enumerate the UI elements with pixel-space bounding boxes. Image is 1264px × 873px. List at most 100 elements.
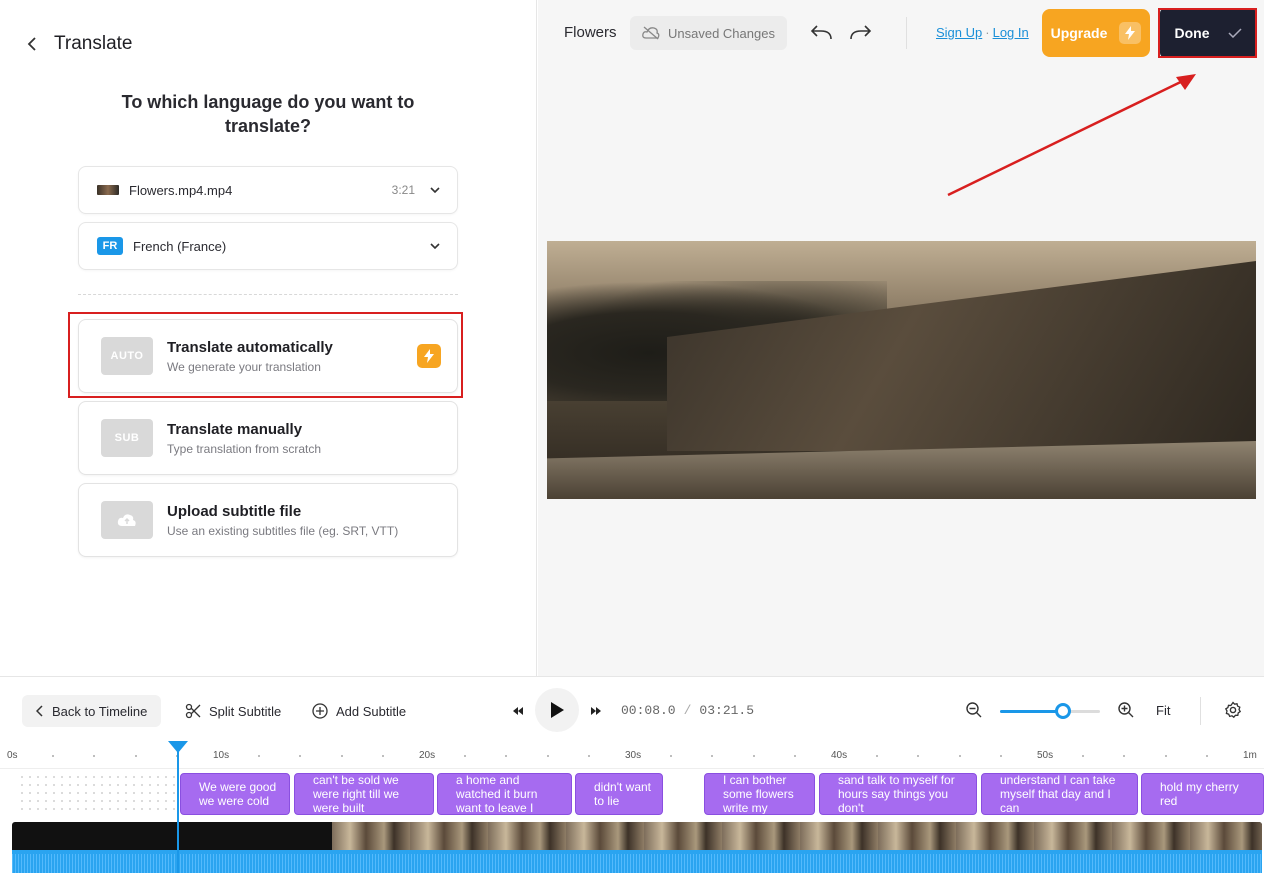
zoom-in-button[interactable]: [1117, 701, 1135, 719]
ruler-tick: [587, 755, 590, 757]
upgrade-button[interactable]: Upgrade: [1042, 9, 1150, 57]
ruler-tick: [505, 755, 508, 757]
lightning-icon: [417, 344, 441, 368]
subtitle-block[interactable]: We were good we were cold: [180, 773, 290, 815]
plus-circle-icon: [312, 703, 328, 719]
option-subtitle: Use an existing subtitles file (eg. SRT,…: [167, 523, 399, 538]
subtitle-block[interactable]: didn't want to lie: [575, 773, 663, 815]
total-time: 03:21.5: [699, 703, 755, 718]
lightning-icon: [1119, 22, 1142, 44]
subtitle-block[interactable]: understand I can take myself that day an…: [981, 773, 1138, 815]
zoom-slider-fill: [1000, 710, 1063, 713]
upload-subtitle-option[interactable]: Upload subtitle file Use an existing sub…: [78, 483, 458, 557]
subtitle-track: We were good we were cold can't be sold w…: [0, 773, 1264, 819]
project-name[interactable]: Flowers: [564, 24, 617, 41]
zoom-out-button[interactable]: [965, 701, 983, 719]
language-question: To which language do you want to transla…: [121, 92, 415, 136]
ruler-tick: [917, 755, 920, 757]
translate-automatically-option[interactable]: AUTO Translate automatically We generate…: [78, 319, 458, 393]
chevron-down-icon: [429, 184, 441, 196]
play-button[interactable]: [535, 688, 579, 732]
video-preview[interactable]: [547, 241, 1256, 499]
option-title: Upload subtitle file: [167, 502, 302, 520]
settings-button[interactable]: [1224, 701, 1242, 719]
empty-track-area: [18, 773, 178, 815]
redo-icon: [850, 25, 872, 40]
ruler-label: 10s: [213, 750, 230, 761]
fit-button[interactable]: Fit: [1156, 703, 1170, 718]
ruler-tick: [93, 755, 96, 757]
timeline-panel: Back to Timeline Split Subtitle Add Subt…: [0, 676, 1264, 873]
ruler-label: 0s: [7, 750, 18, 761]
divider: [906, 17, 907, 49]
file-duration: 3:21: [391, 183, 415, 197]
playhead[interactable]: [177, 741, 179, 873]
done-button[interactable]: Done: [1160, 9, 1256, 57]
playhead-handle[interactable]: [168, 741, 188, 753]
gear-icon: [1224, 701, 1242, 719]
panel-title: Translate: [54, 33, 133, 54]
zoom-slider[interactable]: [1000, 703, 1100, 719]
top-bar: Flowers Unsaved Changes Sign Up · Log In U…: [538, 0, 1264, 66]
ruler-label: 20s: [419, 750, 436, 761]
divider: [1200, 697, 1201, 725]
split-subtitle-button[interactable]: Split Subtitle: [185, 695, 281, 727]
zoom-slider-knob[interactable]: [1055, 703, 1071, 719]
ruler-tick: [1123, 755, 1126, 757]
option-title: Translate automatically: [167, 338, 333, 356]
video-thumbnail: [97, 185, 119, 195]
cloud-off-icon: [642, 26, 660, 40]
audio-track[interactable]: [12, 850, 1262, 873]
subtitle-block[interactable]: sand talk to myself for hours say things…: [819, 773, 977, 815]
zoom-out-icon: [966, 702, 982, 718]
auth-links: Sign Up · Log In: [936, 25, 1029, 40]
back-to-timeline-label: Back to Timeline: [52, 703, 148, 719]
ruler-tick: [1082, 755, 1085, 757]
sign-up-link[interactable]: Sign Up: [936, 25, 982, 40]
translate-panel: Translate To which language do you want …: [0, 0, 537, 676]
ruler-tick: [546, 755, 549, 757]
ruler-label: 30s: [625, 750, 642, 761]
video-track[interactable]: [12, 822, 1262, 850]
ruler-tick: [958, 755, 961, 757]
ruler-label: 40s: [831, 750, 848, 761]
add-subtitle-label: Add Subtitle: [336, 703, 407, 719]
upgrade-label: Upgrade: [1050, 25, 1108, 41]
chevron-down-icon: [429, 240, 441, 252]
check-icon: [1227, 28, 1242, 38]
fast-forward-button[interactable]: [586, 702, 606, 720]
ruler-tick: [999, 755, 1002, 757]
undo-button[interactable]: [808, 21, 834, 45]
file-select[interactable]: Flowers.mp4.mp4 3:21: [78, 166, 458, 214]
language-select[interactable]: FR French (France): [78, 222, 458, 270]
chevron-left-icon: [24, 32, 40, 56]
chevron-left-icon: [36, 705, 43, 717]
ruler-tick: [52, 755, 55, 757]
subtitle-block[interactable]: I can bother some flowers write my: [704, 773, 815, 815]
save-status: Unsaved Changes: [630, 16, 787, 50]
ruler-tick: [1164, 755, 1167, 757]
ruler-label: 50s: [1037, 750, 1054, 761]
log-in-link[interactable]: Log In: [993, 25, 1029, 40]
add-subtitle-button[interactable]: Add Subtitle: [312, 695, 406, 727]
subtitle-block[interactable]: hold my cherry red: [1141, 773, 1264, 815]
ruler-tick: [1205, 755, 1208, 757]
back-to-timeline-button[interactable]: Back to Timeline: [22, 695, 162, 727]
ruler-tick: [793, 755, 796, 757]
subtitle-block[interactable]: can't be sold we were right till we were…: [294, 773, 434, 815]
time-ruler[interactable]: 0s 10s 20s 30s 40s 50s 1m: [0, 747, 1264, 769]
done-label: Done: [1174, 25, 1210, 41]
ruler-tick: [299, 755, 302, 757]
rewind-button[interactable]: [508, 702, 528, 720]
time-separator: /: [683, 703, 692, 718]
ruler-tick: [340, 755, 343, 757]
redo-button[interactable]: [848, 21, 874, 45]
translate-manually-option[interactable]: SUB Translate manually Type translation …: [78, 401, 458, 475]
ruler-tick: [670, 755, 673, 757]
option-subtitle: Type translation from scratch: [167, 441, 322, 456]
preview-area: Flowers Unsaved Changes Sign Up · Log In U…: [538, 0, 1264, 676]
back-button[interactable]: Translate: [24, 32, 133, 56]
ruler-tick: [258, 755, 261, 757]
auto-icon: AUTO: [101, 337, 153, 375]
subtitle-block[interactable]: a home and watched it burn want to leave…: [437, 773, 572, 815]
